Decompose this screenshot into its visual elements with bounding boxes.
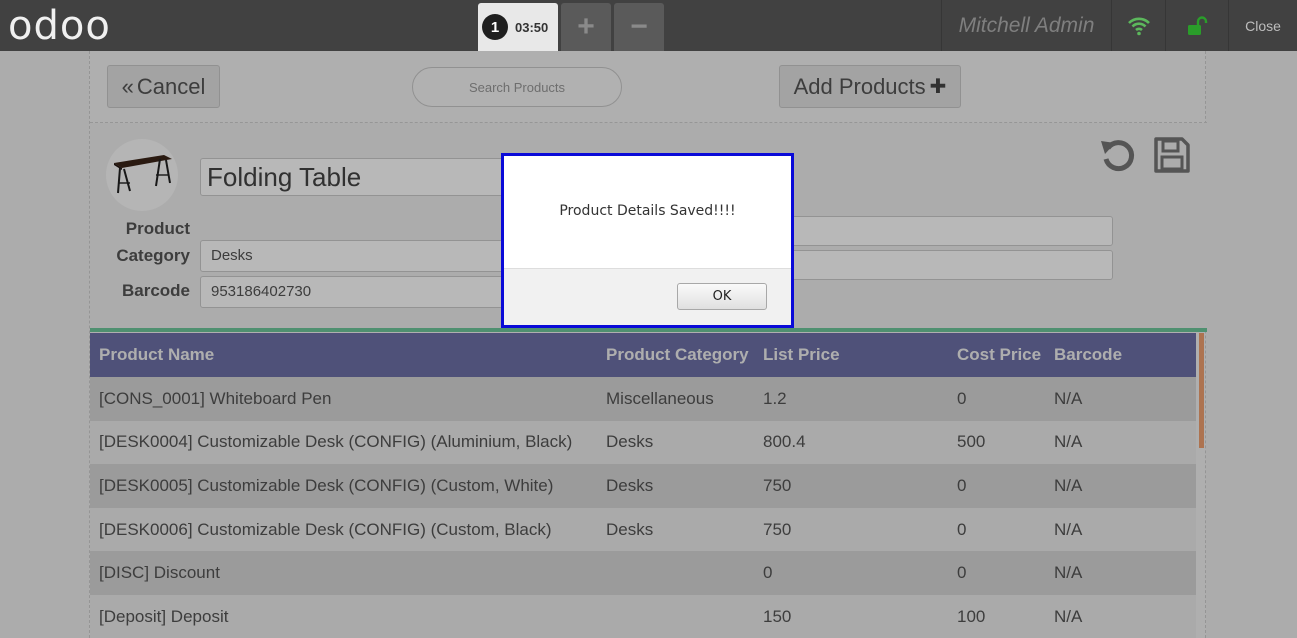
remove-order-button[interactable]: − bbox=[614, 3, 664, 51]
order-time: 03:50 bbox=[515, 19, 549, 35]
dialog-message: Product Details Saved!!!! bbox=[559, 202, 736, 219]
wifi-icon bbox=[1127, 17, 1150, 35]
order-tab[interactable]: 1 03:50 bbox=[478, 3, 558, 51]
alert-dialog: Product Details Saved!!!! OK bbox=[501, 153, 794, 328]
unlock-icon bbox=[1188, 15, 1208, 35]
wifi-status[interactable] bbox=[1111, 0, 1165, 51]
add-order-button[interactable]: + bbox=[561, 3, 611, 51]
top-bar: odoo 1 03:50 + − Mitchell Admin Close bbox=[0, 0, 1297, 51]
user-name[interactable]: Mitchell Admin bbox=[941, 0, 1111, 51]
close-button[interactable]: Close bbox=[1228, 0, 1297, 51]
odoo-logo: odoo bbox=[8, 3, 111, 49]
order-number-badge: 1 bbox=[482, 14, 508, 40]
lock-status[interactable] bbox=[1165, 0, 1228, 51]
modal-overlay bbox=[0, 51, 1297, 638]
dialog-footer: OK bbox=[504, 268, 791, 325]
ok-button[interactable]: OK bbox=[677, 283, 767, 310]
